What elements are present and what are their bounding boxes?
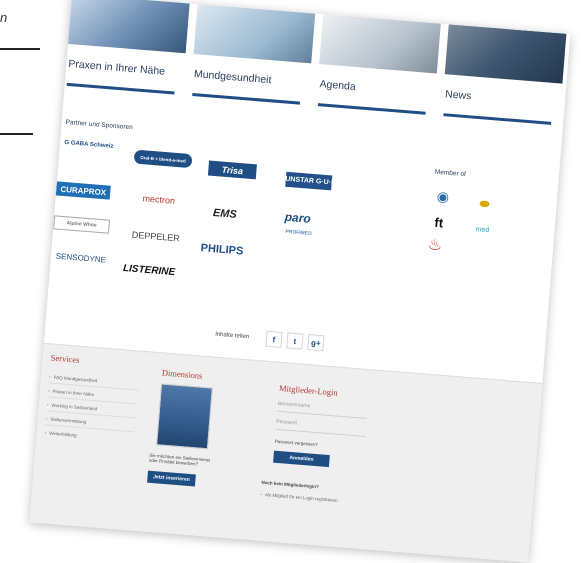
member-title: Member of (434, 168, 467, 179)
tile-label: News (444, 88, 472, 103)
logo-text: SENSODYNE (55, 251, 107, 265)
tile-underline (443, 113, 552, 125)
tile-image (319, 14, 441, 74)
logo-text: Oral-B + blend-a-med (140, 154, 187, 164)
register-link[interactable]: Als Mitglied für ein Login registrieren (260, 492, 338, 503)
tile-image (193, 4, 316, 64)
logo-text: mectron (142, 193, 176, 206)
logo-oralb[interactable]: Oral-B + blend-a-med (133, 149, 193, 169)
googleplus-icon[interactable]: g+ (307, 334, 325, 352)
password-input[interactable]: Passwort (276, 419, 297, 427)
services-title: Services (50, 352, 80, 365)
tile-mundgesundheit[interactable]: Mundgesundheit (190, 4, 316, 113)
magazine-cover-image[interactable] (156, 383, 213, 450)
logo-text: EMS (212, 207, 238, 221)
tile-label: Praxen in Ihrer Nähe (67, 57, 166, 78)
dimensions-title: Dimensions (161, 367, 203, 381)
tile-agenda[interactable]: Agenda (315, 14, 441, 123)
logo-curaprox[interactable]: CURAPROX (55, 181, 111, 200)
logo-gum[interactable]: SUNSTAR G·U·M (280, 171, 337, 191)
tile-image (444, 24, 567, 84)
logo-mectron[interactable]: mectron (130, 190, 187, 208)
dimensions-text: Sie möchten ein Stelleninserat oder Prod… (148, 452, 211, 467)
anmelden-button[interactable]: Anmelden (273, 450, 330, 468)
adjacent-page-fragment: n (0, 0, 60, 160)
logo-text: PROFIMED (285, 228, 312, 237)
globe-icon[interactable]: ◉ (432, 187, 453, 207)
logo-text: DEPPELER (131, 229, 181, 244)
website-page: Praxen in Ihrer Nähe Mundgesundheit Agen… (29, 0, 571, 563)
logo-philips[interactable]: PHILIPS (193, 241, 250, 259)
fragment-rule (0, 48, 40, 50)
logo-text: LISTERINE (122, 262, 176, 278)
med-icon[interactable]: med (472, 221, 493, 241)
footer: Services FAQ Mundgesundheit Praxen in Ih… (29, 342, 543, 563)
tile-label: Mundgesundheit (193, 68, 272, 87)
forgot-password-link[interactable]: Passwort vergessen? (275, 439, 318, 447)
tile-label: Agenda (319, 78, 357, 94)
logo-text: paro (284, 209, 312, 226)
logo-alpine-white[interactable]: Alpine White (53, 215, 111, 234)
partners-title: Partner und Sponsoren (65, 118, 133, 132)
tile-underline (317, 103, 426, 115)
input-underline (277, 410, 367, 420)
share-bar: Inhalte teilen f t g+ (215, 327, 325, 352)
logo-text: CURAPROX (60, 184, 107, 197)
logo-deppeler[interactable]: DEPPELER (124, 227, 187, 246)
tile-image (67, 0, 190, 54)
fragment-rule (0, 133, 33, 135)
tower-icon[interactable]: ♨ (424, 236, 445, 256)
tile-underline (66, 82, 175, 95)
twitter-icon[interactable]: t (286, 332, 304, 350)
services-link[interactable]: FAQ Mundgesundheit (49, 374, 98, 383)
logo-profimed[interactable]: PROFIMED (279, 224, 318, 241)
services-link[interactable]: Weiterbildung (45, 430, 77, 438)
services-link[interactable]: Praxen in Ihrer Nähe (48, 388, 94, 397)
facebook-icon[interactable]: f (265, 330, 283, 348)
logo-text: G GABA Schweiz (64, 139, 114, 150)
logo-sensodyne[interactable]: SENSODYNE (50, 248, 111, 267)
ft-icon[interactable]: ft (428, 213, 449, 233)
jetzt-inserieren-button[interactable]: Jetzt inserieren (147, 470, 196, 487)
logo-text: Alpine White (66, 220, 97, 229)
login-title: Mitglieder-Login (278, 382, 339, 398)
oval-badge-icon[interactable]: ⬬ (474, 194, 495, 214)
logo-text: Trisa (221, 164, 244, 176)
logo-listerine[interactable]: LISTERINE (118, 261, 181, 280)
no-account-text: Noch kein Mitgliederlogin? (261, 479, 319, 490)
fragment-word: n (0, 10, 8, 25)
tile-underline (192, 92, 301, 105)
logo-trisa[interactable]: Trisa (207, 160, 257, 180)
logo-gaba[interactable]: G GABA Schweiz (63, 136, 114, 154)
services-link[interactable]: Stellenvermittlung (46, 416, 86, 425)
tile-praxen[interactable]: Praxen in Ihrer Nähe (64, 0, 190, 103)
logo-text: PHILIPS (200, 242, 244, 258)
logo-ems[interactable]: EMS (204, 205, 245, 222)
share-label: Inhalte teilen (214, 331, 250, 341)
username-input[interactable]: Benutzername (278, 401, 311, 410)
nav-tiles: Praxen in Ihrer Nähe Mundgesundheit Agen… (63, 0, 570, 144)
logo-text: SUNSTAR G·U·M (280, 175, 338, 187)
input-underline (275, 428, 366, 437)
tile-news[interactable]: News (441, 24, 567, 133)
